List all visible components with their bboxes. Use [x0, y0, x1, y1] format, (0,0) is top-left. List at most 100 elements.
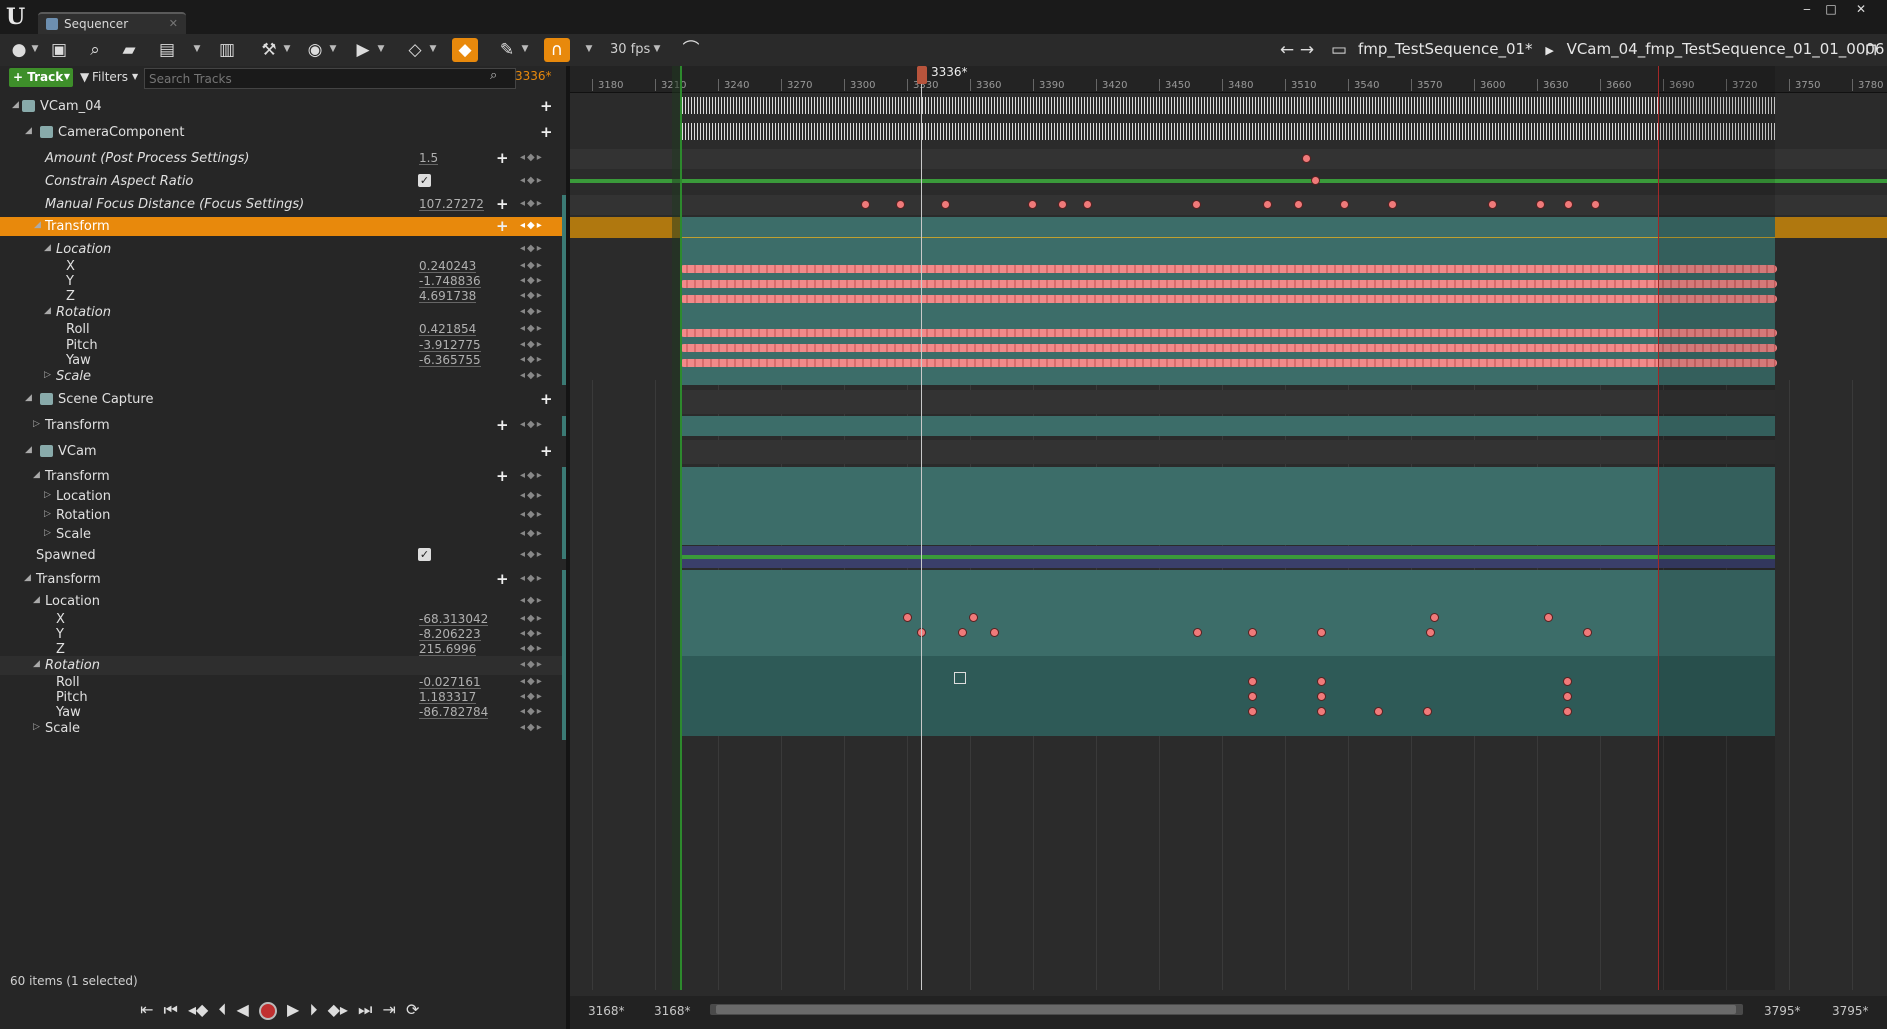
keyframe[interactable]	[1058, 200, 1067, 209]
playhead-handle[interactable]	[917, 66, 927, 84]
expand-icon[interactable]: ▷	[33, 722, 40, 732]
step-back-frame-icon[interactable]: ⏴	[218, 1000, 226, 1019]
keyframe[interactable]	[1426, 628, 1435, 637]
collapse-icon[interactable]: ◢	[33, 659, 40, 669]
key-navigation-icon[interactable]: ◂◆▸	[520, 549, 544, 560]
key-navigation-icon[interactable]: ◂◆▸	[520, 419, 544, 430]
keyframe[interactable]	[990, 628, 999, 637]
key-navigation-icon[interactable]: ◂◆▸	[520, 339, 544, 350]
expand-icon[interactable]: ▷	[33, 419, 40, 429]
key-navigation-icon[interactable]: ◂◆▸	[520, 676, 544, 687]
collapse-icon[interactable]: ◢	[33, 470, 40, 480]
close-tab-icon[interactable]: ✕	[169, 17, 178, 30]
add-key-button[interactable]: +	[496, 570, 509, 588]
chevron-down-icon[interactable]: ▼	[584, 44, 594, 54]
collapse-icon[interactable]: ◢	[25, 445, 32, 455]
key-navigation-icon[interactable]: ◂◆▸	[520, 370, 544, 381]
keyframe[interactable]	[1536, 200, 1545, 209]
wrench-icon[interactable]: ⚒	[256, 38, 282, 62]
track-row[interactable]: ◢ Transform + ◂◆▸	[0, 570, 562, 589]
keyframe[interactable]	[903, 613, 912, 622]
fps-dropdown[interactable]: 30 fps	[610, 42, 650, 57]
search-tracks-input[interactable]	[144, 68, 516, 89]
chevron-down-icon[interactable]: ▼	[652, 44, 662, 54]
track-value-field[interactable]: 4.691738	[419, 290, 477, 303]
key-navigation-icon[interactable]: ◂◆▸	[520, 175, 544, 186]
keyframe[interactable]	[1564, 200, 1573, 209]
playback-start-marker[interactable]	[680, 66, 682, 990]
step-back-icon[interactable]: ◂◆	[188, 1000, 208, 1019]
keyframe[interactable]	[1563, 707, 1572, 716]
expand-icon[interactable]: ▷	[44, 528, 51, 538]
work-end-field[interactable]: 3795*	[1764, 1004, 1801, 1018]
auto-key-icon[interactable]: ◆	[452, 38, 478, 62]
key-navigation-icon[interactable]: ◂◆▸	[520, 573, 544, 584]
collapse-icon[interactable]: ◢	[44, 306, 51, 316]
collapse-icon[interactable]: ◢	[25, 393, 32, 403]
world-icon[interactable]: ●	[6, 38, 32, 62]
expand-icon[interactable]: ▷	[44, 490, 51, 500]
keyframe[interactable]	[1591, 200, 1600, 209]
track-row[interactable]: ▷ Scale ◂◆▸	[0, 367, 562, 386]
add-key-button[interactable]: +	[496, 217, 509, 235]
expand-icon[interactable]: ▷	[44, 370, 51, 380]
keyframe[interactable]	[1583, 628, 1592, 637]
key-navigation-icon[interactable]: ◂◆▸	[520, 290, 544, 301]
key-navigation-icon[interactable]: ◂◆▸	[520, 220, 544, 231]
keyframe[interactable]	[1340, 200, 1349, 209]
keyframe[interactable]	[941, 200, 950, 209]
step-forward-icon[interactable]: ⏵	[309, 1000, 317, 1019]
play-reverse-icon[interactable]: ◀	[237, 1000, 249, 1019]
add-key-button[interactable]: +	[496, 149, 509, 167]
add-key-button[interactable]: +	[540, 390, 553, 408]
track-row[interactable]: Manual Focus Distance (Focus Settings) 10…	[0, 195, 562, 214]
keyframe[interactable]	[1302, 154, 1311, 163]
collapse-icon[interactable]: ◢	[44, 243, 51, 253]
track-row[interactable]: Constrain Aspect Ratio ✓ ◂◆▸	[0, 172, 562, 191]
keyframe[interactable]	[1563, 677, 1572, 686]
record-icon[interactable]	[258, 1001, 277, 1020]
loop-icon[interactable]: ⟳	[406, 1000, 419, 1019]
track-row[interactable]: ▷ Rotation ◂◆▸	[0, 506, 562, 525]
chevron-down-icon[interactable]: ▼	[520, 44, 530, 54]
add-key-button[interactable]: +	[540, 123, 553, 141]
minimize-button[interactable]: ‒	[1796, 2, 1818, 16]
breadcrumb-sequence[interactable]: fmp_TestSequence_01*	[1358, 40, 1533, 58]
save-icon[interactable]: ▣	[46, 38, 72, 62]
keyframe[interactable]	[1317, 707, 1326, 716]
track-checkbox[interactable]: ✓	[418, 548, 431, 561]
key-navigation-icon[interactable]: ◂◆▸	[520, 275, 544, 286]
next-key-icon[interactable]: ◆▸	[328, 1000, 348, 1019]
jump-next-icon[interactable]: ⏭	[358, 1000, 372, 1019]
track-row[interactable]: ◢ Location ◂◆▸	[0, 592, 562, 611]
expand-icon[interactable]: ▷	[44, 509, 51, 519]
key-navigation-icon[interactable]: ◂◆▸	[520, 306, 544, 317]
track-value-field[interactable]: 0.421854	[419, 323, 477, 336]
key-navigation-icon[interactable]: ◂◆▸	[520, 528, 544, 539]
key-navigation-icon[interactable]: ◂◆▸	[520, 152, 544, 163]
keyframe[interactable]	[1192, 200, 1201, 209]
lock-icon[interactable]: ⊓	[1858, 38, 1884, 62]
key-navigation-icon[interactable]: ◂◆▸	[520, 323, 544, 334]
chevron-down-icon[interactable]: ▼	[192, 44, 202, 54]
key-navigation-icon[interactable]: ◂◆▸	[520, 613, 544, 624]
work-start-field[interactable]: 3168*	[654, 1004, 691, 1018]
snap-magnet-icon[interactable]: ∩	[544, 38, 570, 62]
jump-to-end-icon[interactable]: ⇥	[383, 1000, 396, 1019]
view-end-field[interactable]: 3795*	[1832, 1004, 1869, 1018]
key-navigation-icon[interactable]: ◂◆▸	[520, 691, 544, 702]
collapse-icon[interactable]: ◢	[24, 573, 31, 583]
keyframe[interactable]	[1248, 692, 1257, 701]
keyframe[interactable]	[861, 200, 870, 209]
track-row[interactable]: Amount (Post Process Settings) 1.5 + ◂◆▸	[0, 149, 562, 168]
key-navigation-icon[interactable]: ◂◆▸	[520, 595, 544, 606]
curve-editor-icon[interactable]: ⌒	[678, 38, 704, 62]
add-key-button[interactable]: +	[496, 195, 509, 213]
breadcrumb-shot[interactable]: VCam_04_fmp_TestSequence_01_01_0006	[1567, 40, 1885, 58]
search-icon[interactable]: ⌕	[82, 38, 108, 62]
search-icon[interactable]: ⌕	[490, 68, 497, 83]
key-navigation-icon[interactable]: ◂◆▸	[520, 470, 544, 481]
playback-end-marker[interactable]	[1658, 66, 1659, 990]
key-navigation-icon[interactable]: ◂◆▸	[520, 643, 544, 654]
chevron-down-icon[interactable]: ▼	[328, 44, 338, 54]
